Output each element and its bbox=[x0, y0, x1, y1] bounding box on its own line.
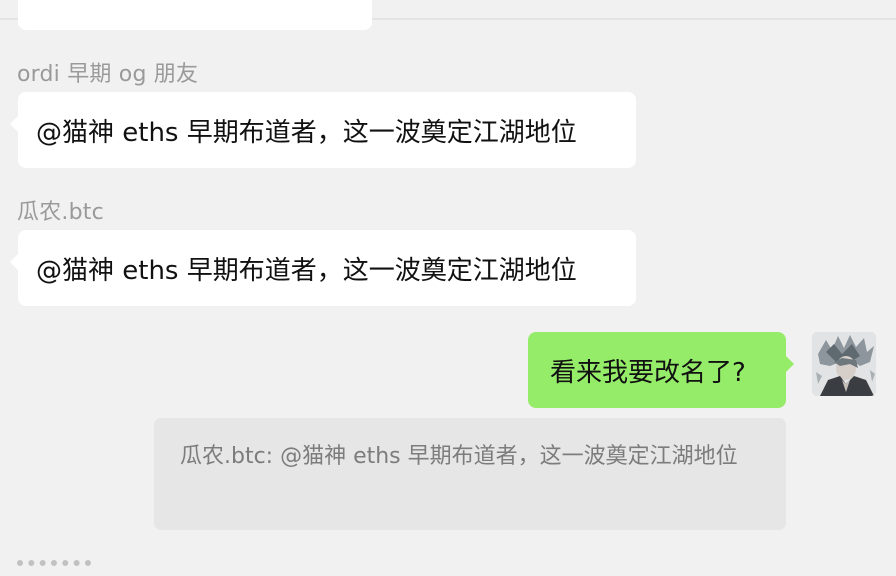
avatar-portrait-icon bbox=[812, 332, 876, 396]
sender-name: ordi 早期 og 朋友 bbox=[17, 62, 199, 87]
own-message-bubble[interactable]: 看来我要改名了? bbox=[528, 332, 794, 408]
next-sender-name-stub bbox=[17, 560, 91, 576]
previous-message-bubble[interactable] bbox=[18, 0, 372, 30]
avatar[interactable] bbox=[812, 332, 876, 396]
message-bubble[interactable]: @猫神 eths 早期布道者，这一波奠定江湖地位 bbox=[10, 230, 636, 306]
sender-name: 瓜农.btc bbox=[17, 200, 104, 225]
message-bubble[interactable]: @猫神 eths 早期布道者，这一波奠定江湖地位 bbox=[10, 92, 636, 168]
quoted-reply[interactable]: 瓜农.btc: @猫神 eths 早期布道者，这一波奠定江湖地位 bbox=[154, 418, 786, 530]
